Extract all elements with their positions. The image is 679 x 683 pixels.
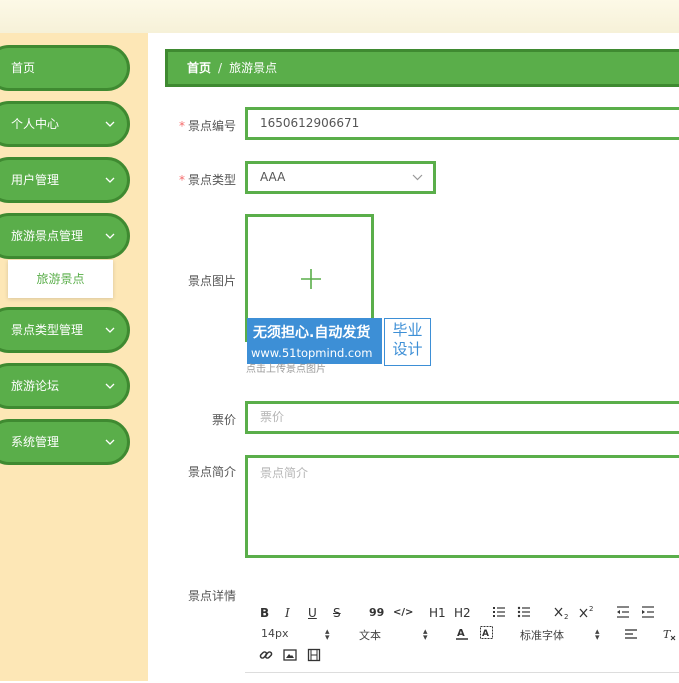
chevron-down-icon [105,160,115,218]
svg-text:2: 2 [564,613,568,619]
sidebar-subitem-scenic-spots[interactable]: 旅游景点 [8,260,113,298]
breadcrumb: 首页 / 旅游景点 [165,49,679,87]
spot-type-label: * 景点类型 [178,173,236,187]
intro-textarea[interactable]: 景点简介 [245,455,679,558]
intro-placeholder: 景点简介 [260,466,309,480]
detail-label: 景点详情 [187,589,236,603]
spot-type-value: AAA [260,170,286,184]
chevron-down-icon [105,310,115,368]
spot-type-select[interactable]: AAA [245,161,436,194]
svg-text:2: 2 [589,605,593,613]
image-icon[interactable] [283,648,297,665]
clear-format-icon[interactable]: T [662,627,676,644]
sidebar-item-label: 景点类型管理 [11,323,84,337]
text-style-value: 文本 [359,629,381,642]
text-style-select[interactable]: 文本 ▴ ▾ [359,627,429,643]
sidebar-item-spot-type-management[interactable]: 景点类型管理 [0,307,130,353]
superscript-icon[interactable]: 2 [579,605,595,622]
italic-button[interactable]: I [285,606,290,620]
subscript-icon[interactable]: 2 [554,605,570,622]
sidebar-item-label: 用户管理 [11,173,60,187]
required-mark: * [178,173,185,187]
background-color-icon[interactable]: A [480,626,493,643]
rich-text-toolbar: B I U S 99 </> H1 H2 2 2 14px ▴ ▾ 文本 ▴ ▾… [245,600,679,670]
image-upload-hint: 点击上传景点图片 [246,364,326,375]
bold-button[interactable]: B [260,606,269,620]
price-label: 票价 [211,413,236,427]
watermark-banner: 无须担心.自动发货 www.51topmind.com 毕业 设计 [247,318,431,366]
align-icon[interactable] [624,627,638,644]
svg-text:T: T [663,628,672,641]
watermark-line1: 无须担心.自动发货 [253,325,371,341]
sidebar-item-label: 首页 [11,61,36,75]
heading1-button[interactable]: H1 [429,606,446,620]
sidebar-item-label: 系统管理 [11,435,60,449]
price-placeholder: 票价 [260,410,285,424]
chevron-down-icon [412,164,423,201]
chevron-down-icon [105,422,115,480]
chevron-down-icon [105,104,115,162]
blockquote-button[interactable]: 99 [369,606,384,619]
underline-button[interactable]: U [308,606,317,620]
svg-text:A: A [482,629,489,639]
sidebar-item-scenic-spot-management[interactable]: 旅游景点管理 [0,213,130,259]
video-icon[interactable] [307,648,321,665]
sidebar-item-travel-forum[interactable]: 旅游论坛 [0,363,130,409]
intro-label: 景点简介 [187,465,236,479]
breadcrumb-current: 旅游景点 [229,61,278,75]
spot-id-label: * 景点编号 [178,119,236,133]
font-size-value: 14px [261,627,289,640]
breadcrumb-separator: / [218,61,223,75]
heading2-button[interactable]: H2 [454,606,471,620]
chevron-down-icon [105,366,115,424]
svg-text:A: A [457,628,465,639]
sidebar-item-user-management[interactable]: 用户管理 [0,157,130,203]
spot-image-label: 景点图片 [187,274,236,288]
sidebar-item-personal-center[interactable]: 个人中心 [0,101,130,147]
link-icon[interactable] [259,648,273,665]
font-family-select[interactable]: 标准字体 ▴ ▾ [520,627,605,643]
strikethrough-button[interactable]: S [333,606,341,620]
sidebar-item-home[interactable]: 首页 [0,45,130,91]
sidebar-item-label: 个人中心 [11,117,60,131]
font-family-value: 标准字体 [520,629,564,642]
rich-text-editor-area[interactable] [245,672,679,683]
bullet-list-icon[interactable] [517,605,531,622]
sidebar-item-label: 旅游论坛 [11,379,60,393]
code-block-button[interactable]: </> [393,607,413,618]
watermark-line2: www.51topmind.com [251,346,373,360]
indent-icon[interactable] [641,605,655,622]
outdent-icon[interactable] [616,605,630,622]
required-mark: * [178,119,185,133]
spot-id-input[interactable]: 1650612906671 [245,107,679,140]
plus-icon [300,267,322,295]
watermark-right: 毕业 设计 [384,318,431,366]
font-size-select[interactable]: 14px ▴ ▾ [261,627,331,643]
breadcrumb-home[interactable]: 首页 [187,61,211,75]
watermark-left: 无须担心.自动发货 www.51topmind.com [247,318,382,364]
sidebar-item-system-management[interactable]: 系统管理 [0,419,130,465]
ordered-list-icon[interactable] [492,605,506,622]
price-input[interactable]: 票价 [245,401,679,434]
top-header-bar [0,0,679,33]
sidebar-item-label: 旅游景点管理 [11,229,84,243]
font-color-icon[interactable]: A [456,626,468,643]
